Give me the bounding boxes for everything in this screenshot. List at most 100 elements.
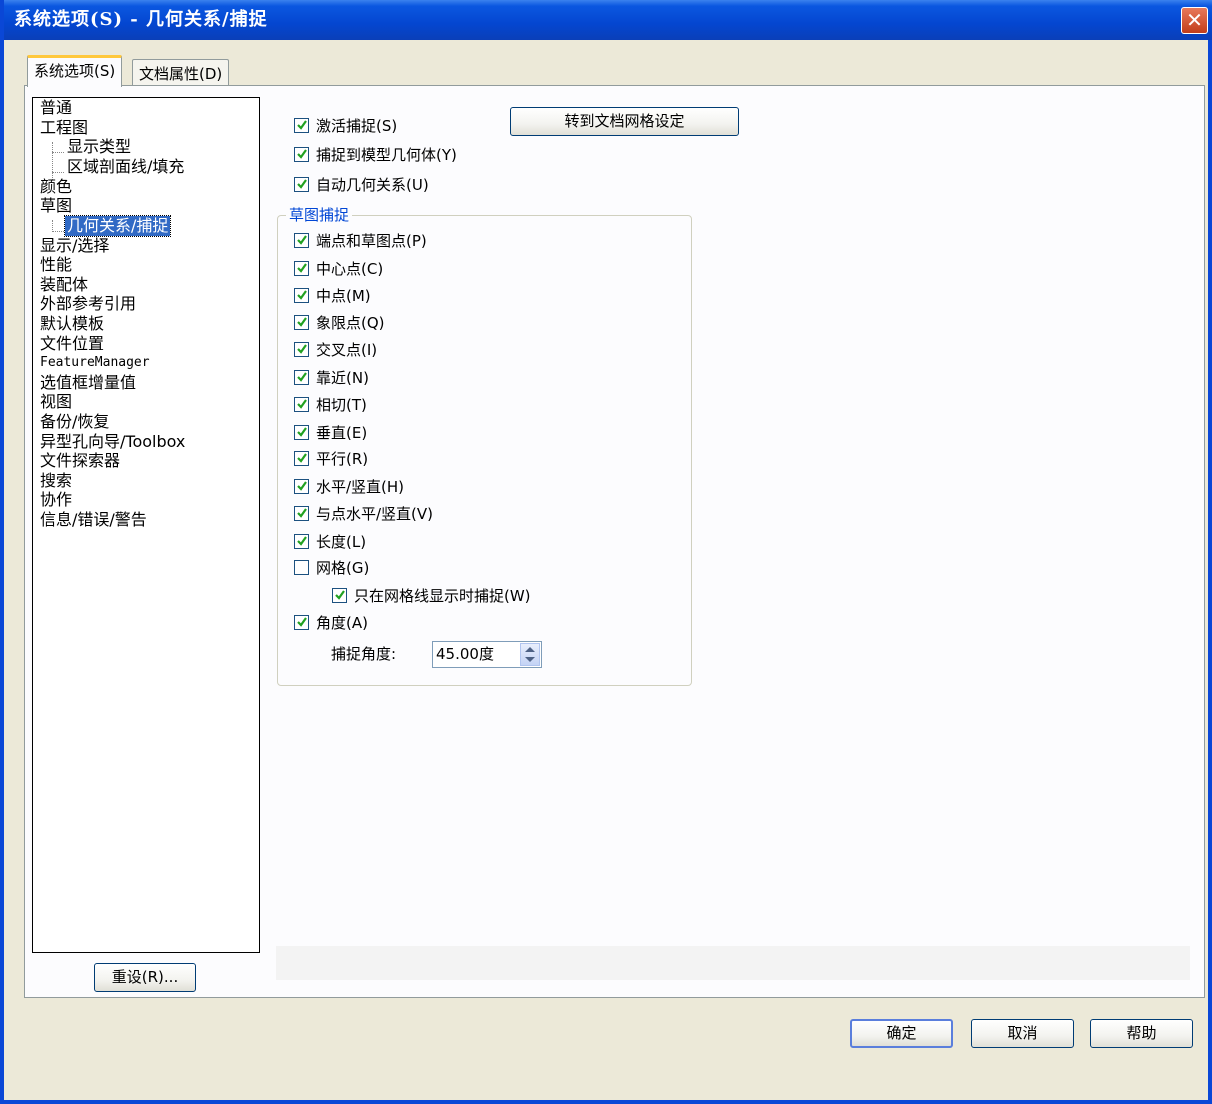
tree-item-featuremanager[interactable]: FeatureManager xyxy=(40,353,150,373)
checkbox-box[interactable] xyxy=(294,177,309,192)
check-icon xyxy=(297,120,307,130)
tree-item-default-templates[interactable]: 默认模板 xyxy=(40,314,104,334)
tree-connector xyxy=(52,172,64,173)
tree-item-display-selection[interactable]: 显示/选择 xyxy=(40,236,109,256)
spin-buttons[interactable] xyxy=(520,643,540,666)
checkbox-box[interactable] xyxy=(294,615,309,630)
tree-item-display-type[interactable]: 显示类型 xyxy=(67,137,131,157)
tree-connector xyxy=(52,231,64,232)
check-icon xyxy=(297,317,307,327)
checkbox-box[interactable] xyxy=(294,118,309,133)
checkbox-label: 自动几何关系(U) xyxy=(316,176,429,194)
checkbox-box[interactable] xyxy=(294,147,309,162)
tree-item-colors[interactable]: 颜色 xyxy=(40,177,72,197)
checkbox-box[interactable] xyxy=(294,342,309,357)
check-icon xyxy=(297,617,307,627)
checkbox-box[interactable] xyxy=(294,560,309,575)
tree-item-sketch[interactable]: 草图 xyxy=(40,196,72,216)
checkbox-box[interactable] xyxy=(294,233,309,248)
check-icon xyxy=(297,290,307,300)
check-icon xyxy=(297,508,307,518)
checkbox-label: 平行(R) xyxy=(316,450,369,468)
title-bar: 系统选项(S) - 几何关系/捕捉 ✕ xyxy=(4,0,1212,40)
checkbox-label: 捕捉到模型几何体(Y) xyxy=(316,146,457,164)
tree-item-hole-wizard-toolbox[interactable]: 异型孔向导/Toolbox xyxy=(40,432,185,452)
checkbox-box[interactable] xyxy=(294,315,309,330)
checkbox-label: 中点(M) xyxy=(316,287,371,305)
checkbox-label: 水平/竖直(H) xyxy=(316,478,405,496)
check-icon xyxy=(297,536,307,546)
sketch-snaps-title: 草图捕捉 xyxy=(286,205,353,225)
checkbox-label: 中心点(C) xyxy=(316,260,384,278)
tree-item-external-references[interactable]: 外部参考引用 xyxy=(40,294,136,314)
tree-item-view[interactable]: 视图 xyxy=(40,392,72,412)
checkbox-label: 端点和草图点(P) xyxy=(316,232,427,250)
reset-button[interactable]: 重设(R)... xyxy=(94,963,196,992)
tab-label: 文档属性(D) xyxy=(139,65,223,83)
checkbox-box[interactable] xyxy=(294,288,309,303)
checkbox-box[interactable] xyxy=(294,425,309,440)
check-icon xyxy=(297,427,307,437)
checkbox-box[interactable] xyxy=(294,451,309,466)
help-button[interactable]: 帮助 xyxy=(1090,1019,1193,1048)
spin-arrows-icon xyxy=(525,647,535,662)
snap-angle-label: 捕捉角度: xyxy=(331,645,397,663)
checkbox-box[interactable] xyxy=(294,370,309,385)
tree-item-file-locations[interactable]: 文件位置 xyxy=(40,334,104,354)
tree-item-messages-errors-warnings[interactable]: 信息/错误/警告 xyxy=(40,510,147,530)
checkbox-label: 与点水平/竖直(V) xyxy=(316,505,434,523)
checkbox-label: 角度(A) xyxy=(316,614,368,632)
tab-label: 系统选项(S) xyxy=(34,62,116,80)
tree-item-drawings[interactable]: 工程图 xyxy=(40,118,88,138)
check-icon xyxy=(297,399,307,409)
tab-document-properties[interactable]: 文档属性(D) xyxy=(132,59,230,88)
tree-connector xyxy=(52,152,64,153)
tree-item-hatch-fill[interactable]: 区域剖面线/填充 xyxy=(67,157,184,177)
ok-button[interactable]: 确定 xyxy=(850,1019,953,1048)
tab-system-options[interactable]: 系统选项(S) xyxy=(27,55,123,87)
tree-item-general[interactable]: 普通 xyxy=(40,98,72,118)
checkbox-box[interactable] xyxy=(332,588,347,603)
checkbox-label: 网格(G) xyxy=(316,559,370,577)
checkbox-label: 长度(L) xyxy=(316,533,367,551)
tree-item-relations-snaps[interactable]: 几何关系/捕捉 xyxy=(63,215,172,237)
cancel-button[interactable]: 取消 xyxy=(971,1019,1074,1048)
check-icon xyxy=(297,372,307,382)
check-icon xyxy=(297,481,307,491)
checkbox-label: 象限点(Q) xyxy=(316,314,385,332)
checkbox-box[interactable] xyxy=(294,397,309,412)
options-dialog: 系统选项(S) - 几何关系/捕捉 ✕ 系统选项(S) 文档属性(D) 普通 工… xyxy=(0,0,1212,1104)
tree-item-performance[interactable]: 性能 xyxy=(40,255,72,275)
snap-angle-spinbox[interactable]: 45.00度 xyxy=(432,641,542,668)
tree-item-assemblies[interactable]: 装配体 xyxy=(40,275,88,295)
check-icon xyxy=(297,263,307,273)
close-icon: ✕ xyxy=(1186,8,1203,32)
description-strip xyxy=(276,946,1190,980)
checkbox-box[interactable] xyxy=(294,261,309,276)
tree-item-search[interactable]: 搜索 xyxy=(40,471,72,491)
window-title: 系统选项(S) - 几何关系/捕捉 xyxy=(14,9,268,30)
tree-connector xyxy=(52,142,53,180)
check-icon xyxy=(297,344,307,354)
go-to-document-grid-button[interactable]: 转到文档网格设定 xyxy=(510,107,739,136)
checkbox-label: 交叉点(I) xyxy=(316,341,378,359)
close-button[interactable]: ✕ xyxy=(1181,7,1208,34)
check-icon xyxy=(335,590,345,600)
check-icon xyxy=(297,149,307,159)
checkbox-label: 只在网格线显示时捕捉(W) xyxy=(354,587,531,605)
tree-item-backup-recover[interactable]: 备份/恢复 xyxy=(40,412,109,432)
checkbox-box[interactable] xyxy=(294,534,309,549)
check-icon xyxy=(297,453,307,463)
checkbox-box[interactable] xyxy=(294,479,309,494)
options-tree[interactable]: 普通 工程图 显示类型 区域剖面线/填充 颜色 草图 几何关系/捕捉 显示/选择… xyxy=(32,97,260,953)
checkbox-box[interactable] xyxy=(294,506,309,521)
checkbox-label: 靠近(N) xyxy=(316,369,369,387)
tree-item-collaboration[interactable]: 协作 xyxy=(40,490,72,510)
tree-item-file-explorer[interactable]: 文件探索器 xyxy=(40,451,120,471)
checkbox-label: 垂直(E) xyxy=(316,424,368,442)
snap-angle-value[interactable]: 45.00度 xyxy=(436,642,494,667)
check-icon xyxy=(297,235,307,245)
checkbox-label: 相切(T) xyxy=(316,396,367,414)
check-icon xyxy=(297,179,307,189)
tree-item-spin-box-increments[interactable]: 选值框增量值 xyxy=(40,373,136,393)
